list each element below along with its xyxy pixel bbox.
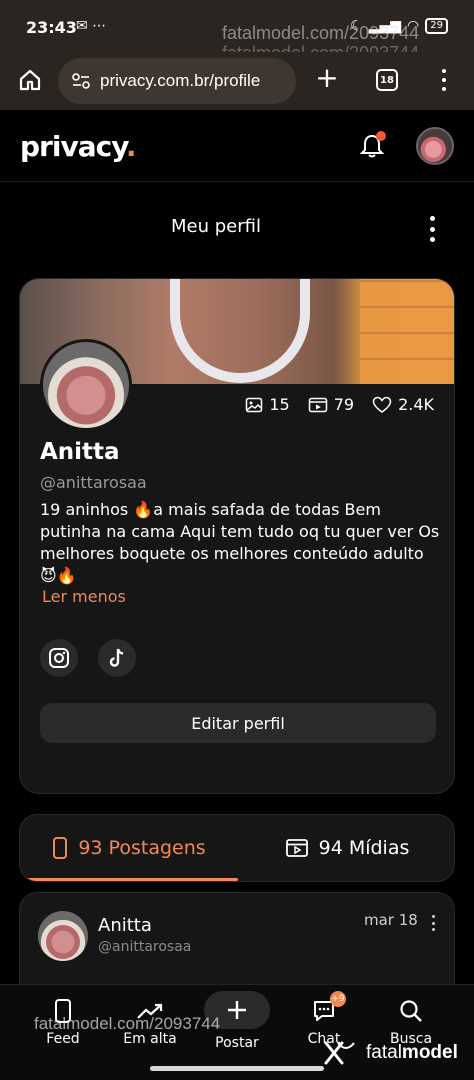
images-stat: 15 (245, 395, 290, 414)
home-button[interactable] (16, 66, 44, 94)
fatalmodel-logo: fatalmodel (322, 1040, 458, 1066)
watermark-bottom: fatalmodel.com/2093744 (34, 1014, 221, 1033)
post-avatar[interactable] (38, 911, 88, 961)
home-indicator[interactable] (150, 1066, 324, 1071)
active-tab-indicator (20, 878, 238, 881)
app-header: privacy. (0, 110, 474, 182)
profile-bio: 19 aninhos 🔥a mais safada de todas Bem p… (40, 500, 440, 585)
videos-stat: 79 (308, 395, 354, 414)
url-text: privacy.com.br/profile (100, 71, 261, 90)
new-tab-button[interactable]: + (312, 64, 342, 94)
profile-card: 15 79 2.4K Anitta @anittarosaa 19 aninho… (19, 278, 455, 794)
edit-profile-button[interactable]: Editar perfil (40, 703, 436, 743)
profile-avatar[interactable] (40, 339, 132, 431)
home-icon (19, 69, 41, 91)
likes-stat: 2.4K (372, 395, 434, 414)
content-tabs: 93 Postagens 94 Mídias (19, 814, 455, 882)
fatalmodel-mark-icon (324, 1041, 355, 1065)
profile-name: Anitta (40, 439, 120, 465)
status-time: 23:43 (26, 18, 77, 37)
tab-posts[interactable]: 93 Postagens (20, 815, 238, 881)
search-icon (397, 997, 425, 1025)
instagram-icon (49, 648, 69, 668)
watermark-top: fatalmodel.com/2093744 (222, 23, 420, 43)
post-author-handle: @anittarosaa (98, 939, 192, 955)
notification-dot (376, 131, 386, 141)
profile-stats: 15 79 2.4K (245, 395, 434, 414)
chat-icon: +9 (310, 991, 346, 1025)
post-author-name: Anitta (98, 915, 152, 936)
profile-handle: @anittarosaa (40, 473, 147, 492)
site-settings-icon[interactable] (70, 70, 92, 92)
browser-menu-button[interactable] (436, 66, 452, 94)
social-links (40, 639, 136, 677)
profile-options-button[interactable] (424, 216, 440, 242)
post-options-button[interactable] (430, 915, 436, 931)
media-icon (285, 839, 308, 857)
title-row: Meu perfil (0, 206, 474, 250)
post-date: mar 18 (364, 911, 418, 929)
instagram-button[interactable] (40, 639, 78, 677)
read-less-link[interactable]: Ler menos (42, 587, 126, 606)
header-avatar[interactable] (416, 127, 454, 165)
address-bar[interactable]: privacy.com.br/profile (58, 58, 296, 104)
tiktok-button[interactable] (98, 639, 136, 677)
privacy-logo[interactable]: privacy. (20, 130, 136, 163)
page-title: Meu perfil (171, 216, 261, 237)
image-icon (246, 397, 263, 412)
phone-icon (53, 837, 68, 859)
browser-toolbar: privacy.com.br/profile + 18 (0, 52, 474, 110)
tab-media[interactable]: 94 Mídias (238, 815, 454, 881)
heart-icon (372, 396, 392, 413)
notification-icons: ✉ ⋯ (76, 18, 107, 34)
chat-badge: +9 (330, 991, 346, 1007)
video-icon (308, 397, 327, 412)
battery-icon: 29 (425, 18, 448, 34)
tab-switcher-button[interactable]: 18 (376, 69, 398, 91)
tiktok-icon (109, 648, 124, 667)
